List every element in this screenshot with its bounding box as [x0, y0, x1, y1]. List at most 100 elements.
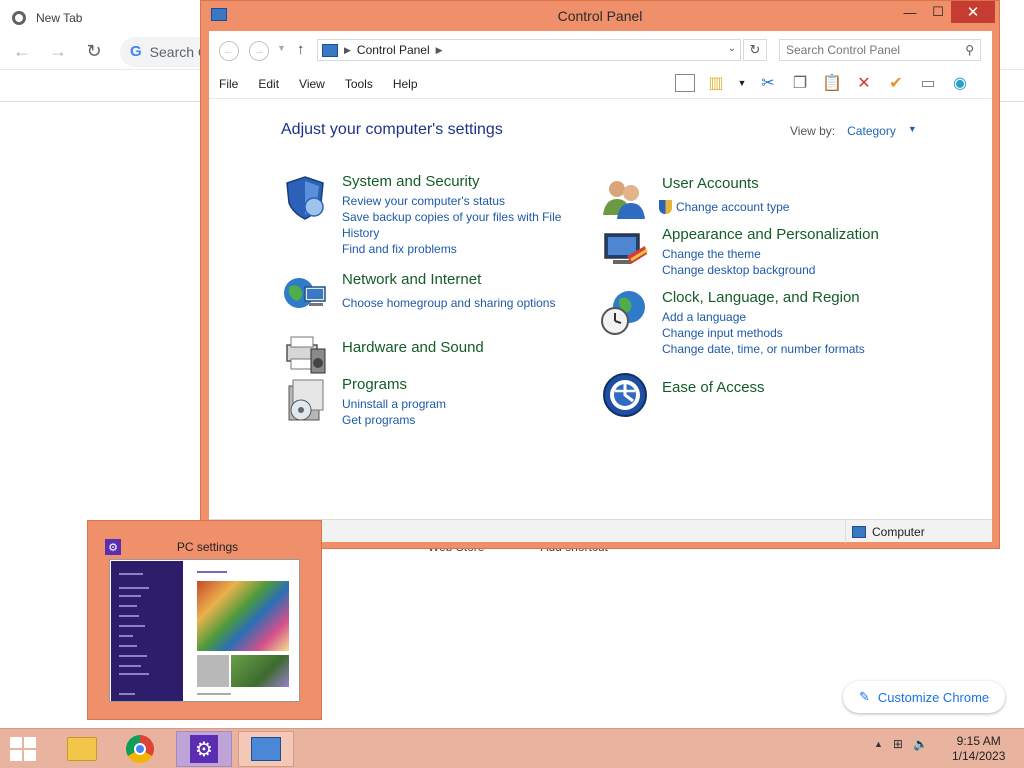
category-title[interactable]: Network and Internet [342, 271, 481, 288]
search-input[interactable]: Search Control Panel ⚲ [779, 39, 981, 61]
link-desktop-background[interactable]: Change desktop background [662, 262, 815, 278]
category-title[interactable]: Appearance and Personalization [662, 226, 879, 243]
folder-icon [67, 737, 97, 761]
cut-scissors-icon[interactable]: ✂ [757, 72, 779, 94]
search-placeholder: Search Control Panel [786, 43, 901, 57]
link-homegroup[interactable]: Choose homegroup and sharing options [342, 295, 555, 311]
category-title[interactable]: Hardware and Sound [342, 339, 484, 356]
ease-of-access-icon[interactable] [601, 371, 649, 419]
chrome-logo-icon [126, 735, 154, 763]
link-date-time-formats[interactable]: Change date, time, or number formats [662, 341, 865, 357]
printer-speaker-icon[interactable] [281, 331, 329, 379]
pc-settings-thumbnail[interactable]: ⚙ PC settings [87, 520, 322, 720]
refresh-button[interactable]: ↻ [743, 39, 767, 61]
properties-card-icon[interactable]: ▭ [917, 72, 939, 94]
clock-globe-icon[interactable] [601, 289, 649, 337]
category-title[interactable]: Programs [342, 376, 407, 393]
menu-file[interactable]: File [209, 77, 248, 91]
search-icon[interactable]: ⚲ [965, 43, 974, 57]
clock-time: 9:15 AM [956, 734, 1001, 748]
control-panel-body: ← → ▼ ↑ ▶ Control Panel ▶ ⌄ ↻ Search Con… [209, 31, 992, 543]
shell-globe-icon[interactable]: ◉ [949, 72, 971, 94]
reload-icon[interactable]: ↻ [84, 41, 104, 62]
category-links: Change account type [659, 199, 789, 215]
volume-icon[interactable]: 🔈 [913, 737, 928, 751]
clock[interactable]: 9:15 AM 1/14/2023 [952, 734, 1005, 764]
taskbar-control-panel[interactable] [238, 731, 294, 767]
customize-chrome-label: Customize Chrome [877, 689, 990, 705]
address-bar[interactable]: ▶ Control Panel ▶ ⌄ [317, 39, 741, 61]
link-add-language[interactable]: Add a language [662, 309, 865, 325]
menu-tools[interactable]: Tools [335, 77, 383, 91]
minimize-button[interactable]: — [895, 1, 925, 23]
taskbar-chrome[interactable] [112, 731, 168, 767]
recent-locations-dropdown[interactable]: ▼ [277, 43, 286, 53]
link-get-programs[interactable]: Get programs [342, 412, 446, 428]
menu-help[interactable]: Help [383, 77, 428, 91]
category-title[interactable]: Ease of Access [662, 379, 765, 396]
control-panel-icon [251, 737, 281, 761]
view-by-control: View by: Category ▼ [790, 124, 917, 138]
category-title[interactable]: User Accounts [662, 175, 759, 192]
monitor-paint-icon[interactable] [601, 226, 649, 274]
google-g-icon: G [130, 43, 142, 60]
category-programs: Programs Uninstall a program Get program… [281, 376, 561, 436]
status-bar: Computer [209, 519, 992, 543]
shield-icon[interactable] [281, 173, 329, 221]
forward-arrow-icon[interactable]: → [48, 41, 68, 62]
link-change-account-type[interactable]: Change account type [676, 199, 789, 215]
checkmark-icon[interactable]: ✔ [885, 72, 907, 94]
windows-start-icon[interactable] [10, 737, 36, 761]
forward-button[interactable]: → [249, 41, 269, 61]
clock-date: 1/14/2023 [952, 749, 1006, 763]
maximize-button[interactable]: ☐ [923, 1, 953, 23]
view-by-label: View by: [790, 124, 836, 138]
control-panel-titlebar[interactable]: Control Panel — ☐ ✕ [201, 1, 999, 31]
preview-lock-screen-image [197, 581, 289, 651]
menu-edit[interactable]: Edit [248, 77, 289, 91]
breadcrumb-separator-icon[interactable]: ▶ [436, 45, 443, 56]
chevron-down-icon[interactable]: ▼ [908, 124, 917, 138]
taskbar-pc-settings[interactable]: ⚙ [176, 731, 232, 767]
users-icon[interactable] [601, 175, 649, 223]
back-arrow-icon[interactable]: ← [12, 41, 32, 62]
back-button[interactable]: ← [219, 41, 239, 61]
link-review-status[interactable]: Review your computer's status [342, 193, 572, 209]
up-arrow-icon[interactable]: ↑ [297, 41, 305, 58]
view-by-dropdown[interactable]: Category [847, 124, 896, 138]
control-panel-icon [322, 43, 338, 57]
breadcrumb-separator-icon[interactable]: ▶ [344, 45, 351, 56]
taskbar-file-explorer[interactable] [54, 731, 110, 767]
layout-pane-icon[interactable] [675, 74, 695, 92]
dropdown-arrow-icon[interactable]: ▼ [737, 72, 747, 94]
link-change-theme[interactable]: Change the theme [662, 246, 815, 262]
page-title: Adjust your computer's settings [281, 121, 503, 138]
paste-clipboard-icon[interactable]: 📋 [821, 72, 843, 94]
category-title[interactable]: Clock, Language, and Region [662, 289, 860, 306]
pencil-icon: ✎ [859, 689, 870, 704]
chrome-tab-new-tab[interactable]: New Tab [12, 4, 82, 32]
network-globe-icon[interactable] [281, 271, 329, 319]
breadcrumb-control-panel[interactable]: Control Panel [357, 43, 430, 57]
chevron-down-icon[interactable]: ⌄ [728, 43, 736, 54]
preview-main [183, 561, 299, 701]
close-button[interactable]: ✕ [951, 1, 995, 23]
category-title[interactable]: System and Security [342, 173, 480, 190]
control-panel-window: Control Panel — ☐ ✕ ← → ▼ ↑ ▶ Control Pa… [200, 0, 1000, 549]
gear-icon: ⚙ [190, 735, 218, 763]
show-hidden-icons-icon[interactable]: ▲ [874, 739, 883, 749]
copy-icon[interactable]: ❐ [789, 72, 811, 94]
thumbnail-preview[interactable] [109, 559, 300, 702]
category-links: Uninstall a program Get programs [342, 396, 446, 428]
link-find-fix[interactable]: Find and fix problems [342, 241, 572, 257]
link-uninstall[interactable]: Uninstall a program [342, 396, 446, 412]
link-input-methods[interactable]: Change input methods [662, 325, 865, 341]
customize-chrome-button[interactable]: ✎ Customize Chrome [843, 681, 1006, 713]
folder-properties-icon[interactable]: ▥ [705, 72, 727, 94]
delete-x-icon[interactable]: ✕ [853, 72, 875, 94]
category-hardware-sound: Hardware and Sound [281, 331, 561, 381]
programs-box-icon[interactable] [281, 376, 329, 424]
menu-view[interactable]: View [289, 77, 335, 91]
link-file-history[interactable]: Save backup copies of your files with Fi… [342, 209, 572, 241]
network-icon[interactable]: ⊞ [893, 737, 903, 751]
